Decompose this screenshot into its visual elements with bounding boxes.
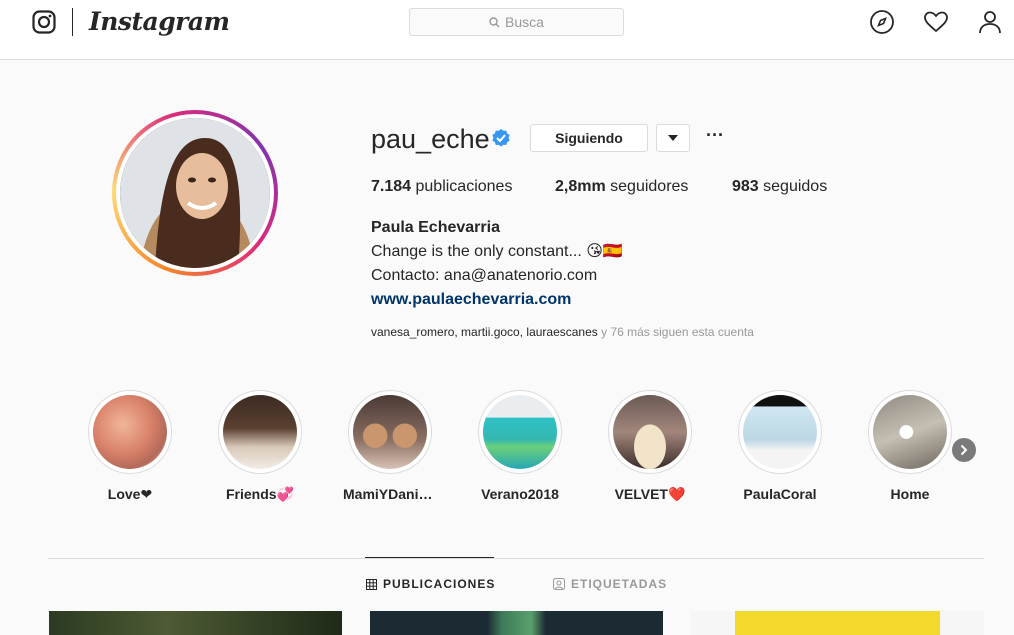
followers-count-value: 2,8mm	[555, 178, 606, 195]
profile-full-name: Paula Echevarria	[371, 219, 500, 236]
more-options-button[interactable]: ···	[703, 124, 727, 152]
instagram-glyph-icon[interactable]	[32, 10, 56, 34]
highlight-ring	[608, 390, 692, 474]
post-thumbnail[interactable]	[370, 611, 663, 635]
tagged-icon	[553, 578, 565, 590]
highlight-label: Home	[890, 486, 930, 502]
top-navigation-bar: Instagram Busca	[0, 0, 1014, 60]
posts-count: 7.184 publicaciones	[371, 178, 512, 196]
followed-by-names: vanesa_romero, martii.goco, lauraescanes	[371, 325, 598, 339]
instagram-wordmark-logo[interactable]: Instagram	[89, 7, 230, 36]
highlights-next-button[interactable]	[952, 438, 976, 462]
avatar-inner	[116, 114, 274, 272]
followers-count[interactable]: 2,8mm seguidores	[555, 178, 688, 196]
grid-icon	[366, 578, 377, 590]
highlight-thumbnail	[93, 395, 167, 469]
highlight-thumbnail	[353, 395, 427, 469]
bio-contact-line: Contacto: ana@anatenorio.com	[371, 267, 598, 284]
posts-count-label: publicaciones	[415, 178, 513, 195]
following-count[interactable]: 983 seguidos	[732, 178, 827, 196]
search-input[interactable]: Busca	[409, 8, 624, 36]
followed-by-text[interactable]: vanesa_romero, martii.goco, lauraescanes…	[371, 325, 754, 339]
profile-person-icon[interactable]	[977, 9, 1003, 35]
suggested-accounts-dropdown-button[interactable]	[656, 124, 690, 152]
tab-label: PUBLICACIONES	[383, 577, 496, 591]
activity-heart-icon[interactable]	[923, 9, 949, 35]
active-tab-indicator	[365, 557, 494, 558]
highlight-paulacoral[interactable]: PaulaCoral	[725, 390, 835, 502]
bio-website-link[interactable]: www.paulaechevarria.com	[371, 288, 571, 312]
highlight-ring	[88, 390, 172, 474]
explore-compass-icon[interactable]	[869, 9, 895, 35]
nav-divider	[72, 8, 73, 36]
highlight-love[interactable]: Love❤	[75, 390, 185, 503]
caret-down-icon	[668, 135, 678, 141]
tab-etiquetadas[interactable]: ETIQUETADAS	[553, 577, 667, 591]
highlight-ring	[218, 390, 302, 474]
highlight-thumbnail	[873, 395, 947, 469]
tabs-divider	[48, 558, 984, 559]
post-thumbnail[interactable]	[691, 611, 984, 635]
followed-by-suffix: y 76 más siguen esta cuenta	[597, 325, 754, 339]
highlight-label: Love❤	[107, 486, 153, 502]
highlight-thumbnail	[743, 395, 817, 469]
posts-count-value: 7.184	[371, 178, 412, 195]
highlight-thumbnail	[223, 395, 297, 469]
highlight-mami-y-daniella[interactable]: MamiYDaniella	[335, 390, 445, 502]
tab-publicaciones[interactable]: PUBLICACIONES	[366, 577, 495, 591]
highlight-thumbnail	[613, 395, 687, 469]
highlight-label: Friends💞	[226, 486, 294, 502]
tab-label: ETIQUETADAS	[571, 577, 668, 591]
highlight-ring	[868, 390, 952, 474]
highlight-friends[interactable]: Friends💞	[205, 390, 315, 503]
avatar-portrait-illustration	[120, 118, 270, 268]
highlight-thumbnail	[483, 395, 557, 469]
highlight-label: PaulaCoral	[743, 486, 817, 502]
highlight-ring	[478, 390, 562, 474]
post-thumbnail[interactable]	[49, 611, 342, 635]
following-button[interactable]: Siguiendo	[530, 124, 648, 152]
profile-username: pau_eche	[371, 124, 490, 154]
highlight-label: MamiYDaniella	[343, 486, 442, 502]
highlight-ring	[738, 390, 822, 474]
chevron-right-icon	[960, 444, 968, 456]
search-placeholder: Busca	[505, 14, 544, 30]
highlight-home[interactable]: Home	[855, 390, 965, 502]
highlight-velvet[interactable]: VELVET❤️	[595, 390, 705, 503]
highlight-label: Verano2018	[481, 486, 559, 502]
profile-avatar-story-ring[interactable]	[112, 110, 278, 276]
verified-badge-icon	[492, 129, 510, 147]
search-icon	[489, 16, 500, 27]
following-count-value: 983	[732, 178, 759, 195]
highlight-verano2018[interactable]: Verano2018	[465, 390, 575, 502]
followers-count-label: seguidores	[610, 178, 689, 195]
profile-avatar-photo	[120, 118, 270, 268]
bio-text-line-1: Change is the only constant... 😘🇪🇸	[371, 243, 623, 260]
following-count-label: seguidos	[763, 178, 828, 195]
highlight-label: VELVET❤️	[614, 486, 686, 502]
highlight-ring	[348, 390, 432, 474]
